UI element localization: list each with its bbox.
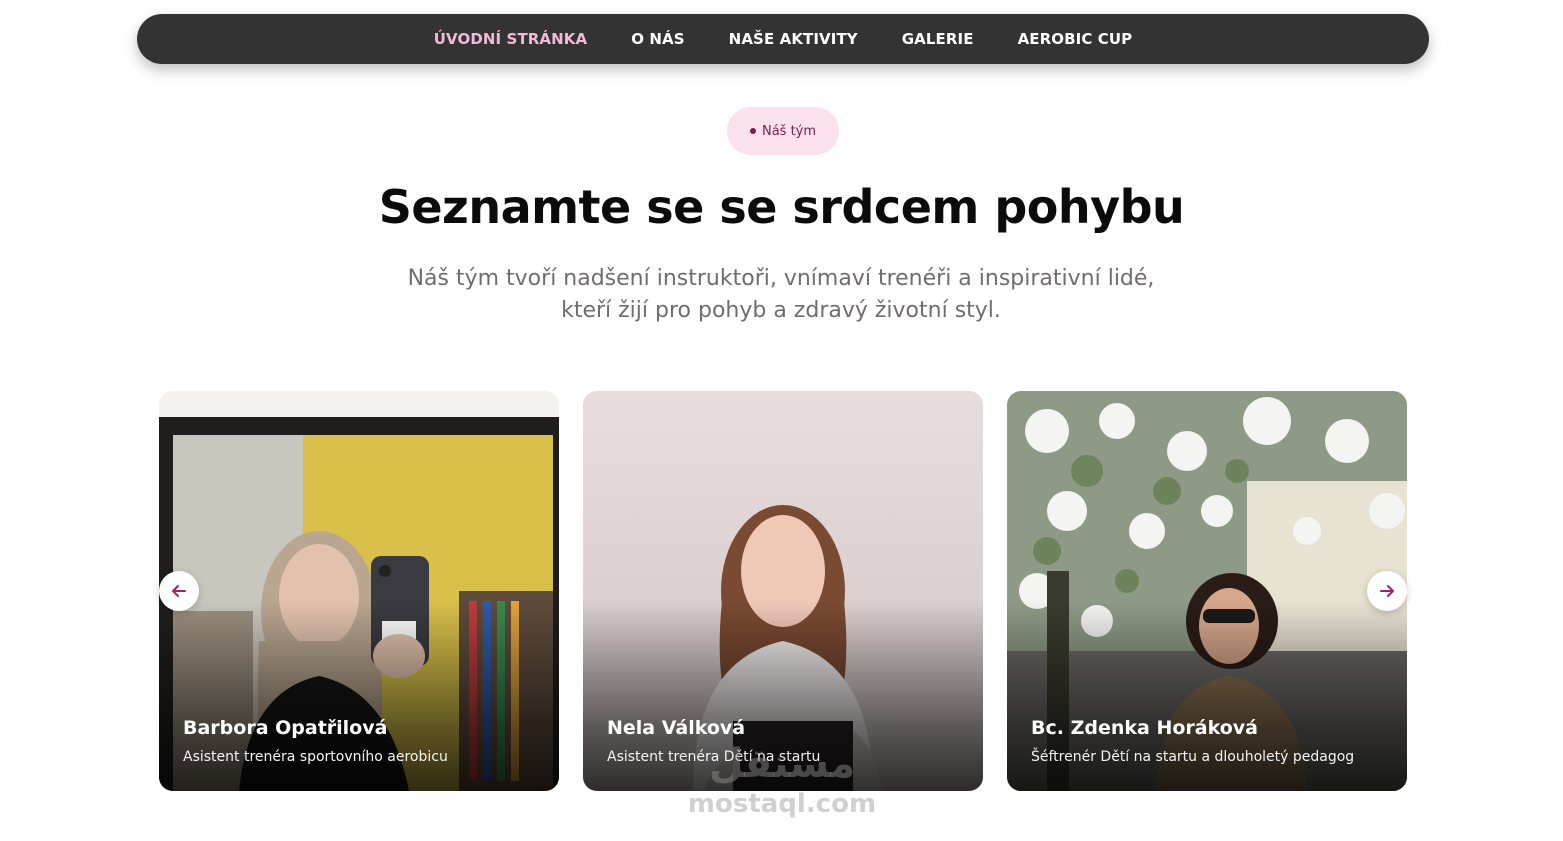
carousel-next-button[interactable] — [1367, 571, 1407, 611]
watermark-arabic: مستقل — [708, 741, 856, 787]
bullet-dot-icon — [749, 128, 756, 134]
section-badge: Náš tým — [727, 107, 839, 155]
nav-item-about[interactable]: O NÁS — [631, 30, 684, 48]
team-member-role: Šéftrenér Dětí na startu a dlouholetý pe… — [1031, 749, 1355, 765]
nav-item-aerobic-cup[interactable]: AEROBIC CUP — [1018, 30, 1133, 48]
watermark: مستقل mostaql.com — [686, 740, 878, 830]
team-member-role: Asistent trenéra sportovního aerobicu — [183, 749, 448, 765]
main-nav: ÚVODNÍ STRÁNKA O NÁS NAŠE AKTIVITY GALER… — [137, 14, 1429, 64]
section-subtitle: Náš tým tvoří nadšení instruktoři, vníma… — [407, 266, 1155, 323]
team-member-name: Nela Válková — [607, 717, 746, 739]
nav-item-gallery[interactable]: GALERIE — [902, 30, 974, 48]
team-member-name: Bc. Zdenka Horáková — [1031, 717, 1258, 739]
carousel-prev-button[interactable] — [159, 571, 199, 611]
arrow-right-icon — [1380, 585, 1394, 597]
nav-item-activities[interactable]: NAŠE AKTIVITY — [729, 30, 858, 48]
team-card[interactable]: Barbora Opatřilová Asistent trenéra spor… — [159, 391, 559, 791]
team-card[interactable]: Nela Válková Asistent trenéra Dětí na st… — [583, 391, 983, 791]
watermark-latin: mostaql.com — [687, 789, 877, 819]
team-card[interactable]: Bc. Zdenka Horáková Šéftrenér Dětí na st… — [1007, 391, 1407, 791]
section-badge-label: Náš tým — [761, 123, 817, 139]
nav-item-home[interactable]: ÚVODNÍ STRÁNKA — [434, 30, 587, 48]
arrow-left-icon — [172, 585, 186, 597]
team-member-name: Barbora Opatřilová — [183, 717, 388, 739]
section-title: Seznamte se se srdcem pohybu — [378, 180, 1185, 234]
